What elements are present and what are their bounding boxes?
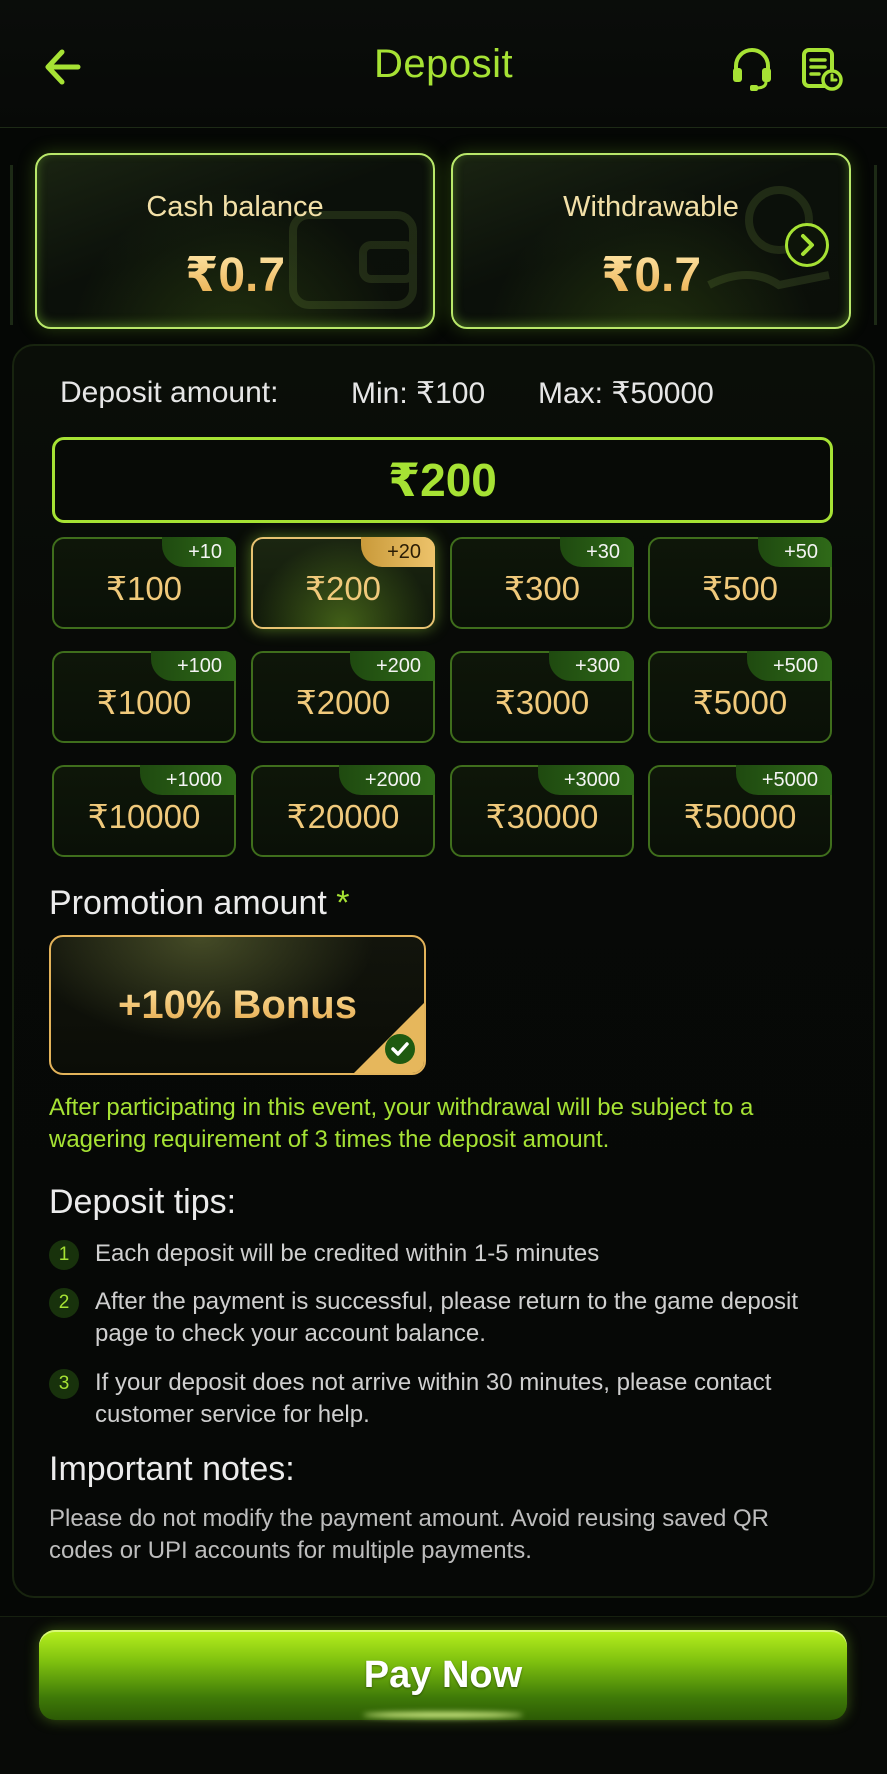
withdrawable-label: Withdrawable xyxy=(563,191,739,223)
tip-text: Each deposit will be credited within 1-5… xyxy=(95,1240,600,1267)
amount-chip-10000[interactable]: +1000 ₹10000 xyxy=(52,765,236,857)
promotion-title: Promotion amount * xyxy=(49,884,350,923)
min-amount: Min: ₹100 xyxy=(351,377,486,410)
promotion-option-bonus[interactable]: +10% Bonus xyxy=(49,935,426,1075)
cash-balance-value: ₹0.7 xyxy=(37,247,433,303)
chip-bonus: +10 xyxy=(162,537,236,567)
chip-amount: ₹50000 xyxy=(683,798,797,835)
pay-now-label: Pay Now xyxy=(363,1654,523,1696)
chip-amount: ₹2000 xyxy=(295,684,391,721)
amount-chip-300[interactable]: +30 ₹300 xyxy=(450,537,634,629)
checkmark-icon xyxy=(354,1003,424,1073)
chip-bonus: +30 xyxy=(560,537,634,567)
amount-chip-1000[interactable]: +100 ₹1000 xyxy=(52,651,236,743)
customer-support-button[interactable] xyxy=(730,46,774,92)
chip-bonus: +200 xyxy=(349,651,435,681)
tip-number: 2 xyxy=(49,1288,79,1318)
tip-number: 1 xyxy=(49,1240,79,1270)
deposit-records-icon xyxy=(802,48,843,91)
cash-balance-label: Cash balance xyxy=(146,191,324,223)
chip-bonus: +1000 xyxy=(139,765,236,795)
amount-chip-3000[interactable]: +300 ₹3000 xyxy=(450,651,634,743)
deposit-amount-label: Deposit amount: xyxy=(60,376,279,409)
chip-bonus: +3000 xyxy=(537,765,634,795)
pay-now-button[interactable]: Pay Now xyxy=(39,1630,847,1720)
deposit-records-button[interactable] xyxy=(800,46,844,92)
tip-text: After the payment is successful, please … xyxy=(95,1288,799,1347)
deposit-amount-input[interactable]: ₹200 xyxy=(52,437,833,523)
tip-text: If your deposit does not arrive within 3… xyxy=(95,1369,772,1428)
tip-number: 3 xyxy=(49,1369,79,1399)
promotion-title-text: Promotion amount xyxy=(49,884,327,922)
amount-chip-200[interactable]: +20 ₹200 xyxy=(251,537,435,629)
important-notes-text: Please do not modify the payment amount.… xyxy=(49,1505,769,1564)
chip-bonus: +500 xyxy=(746,651,832,681)
right-edge-line xyxy=(874,165,877,325)
amount-chip-500[interactable]: +50 ₹500 xyxy=(648,537,832,629)
headset-icon xyxy=(733,48,771,91)
amount-chip-50000[interactable]: +5000 ₹50000 xyxy=(648,765,832,857)
amount-chip-30000[interactable]: +3000 ₹30000 xyxy=(450,765,634,857)
promotion-note: After participating in this event, your … xyxy=(49,1094,754,1153)
chip-amount: ₹5000 xyxy=(692,684,788,721)
cash-balance-card: Cash balance ₹0.7 xyxy=(35,153,435,329)
chip-amount: ₹300 xyxy=(503,570,581,607)
amount-chip-2000[interactable]: +200 ₹2000 xyxy=(251,651,435,743)
amount-chip-20000[interactable]: +2000 ₹20000 xyxy=(251,765,435,857)
chip-amount: ₹1000 xyxy=(96,684,192,721)
chip-amount: ₹20000 xyxy=(286,798,400,835)
button-glow xyxy=(363,1712,523,1718)
left-edge-line xyxy=(10,165,13,325)
chip-amount: ₹100 xyxy=(105,570,183,607)
chip-bonus: +100 xyxy=(150,651,236,681)
chip-amount: ₹200 xyxy=(304,570,382,607)
chip-bonus: +20 xyxy=(361,537,435,567)
chip-bonus: +300 xyxy=(548,651,634,681)
chip-bonus: +50 xyxy=(758,537,832,567)
chip-amount: ₹30000 xyxy=(485,798,599,835)
chip-bonus: +5000 xyxy=(735,765,832,795)
amount-chip-100[interactable]: +10 ₹100 xyxy=(52,537,236,629)
chip-bonus: +2000 xyxy=(338,765,435,795)
max-amount: Max: ₹50000 xyxy=(538,377,714,410)
amount-chip-5000[interactable]: +500 ₹5000 xyxy=(648,651,832,743)
required-mark: * xyxy=(336,884,350,922)
chip-amount: ₹10000 xyxy=(87,798,201,835)
withdraw-arrow-button[interactable] xyxy=(785,223,829,267)
chip-amount: ₹500 xyxy=(701,570,779,607)
chevron-right-icon xyxy=(801,234,814,256)
deposit-tips-title: Deposit tips: xyxy=(49,1183,237,1221)
top-bar: Deposit xyxy=(0,0,887,128)
chip-amount: ₹3000 xyxy=(494,684,590,721)
important-notes-title: Important notes: xyxy=(49,1450,295,1488)
withdrawable-card[interactable]: Withdrawable ₹0.7 xyxy=(451,153,851,329)
